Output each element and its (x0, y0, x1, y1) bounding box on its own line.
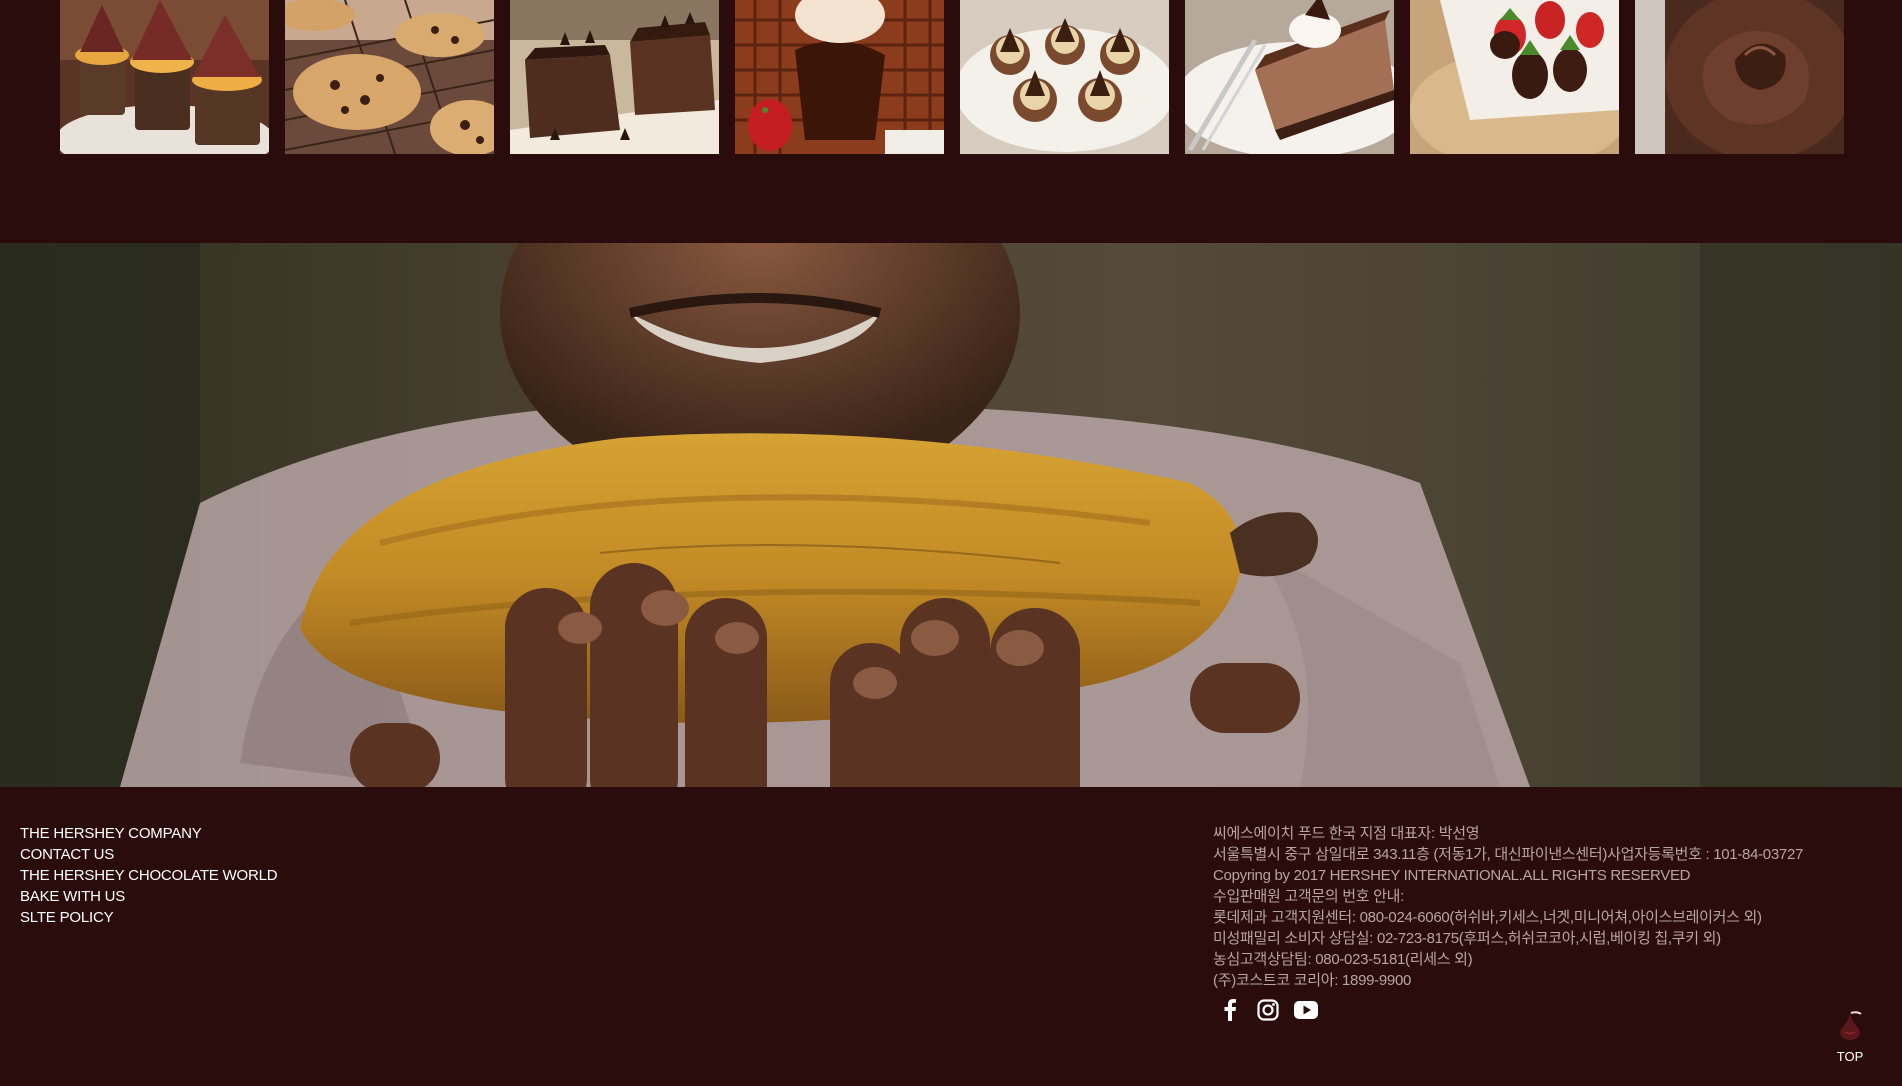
link-bake-with-us[interactable]: BAKE WITH US (20, 888, 125, 905)
gallery-item-waffles[interactable] (735, 0, 944, 154)
info-costco-contact: (주)코스트코 코리아: 1899-9900 (1213, 972, 1412, 989)
gallery-item-brownies[interactable] (510, 0, 719, 154)
link-hershey-company[interactable]: THE HERSHEY COMPANY (20, 825, 202, 842)
chocolate-cheesecake-image (1185, 0, 1394, 154)
footer-nav-item: SLTE POLICY (20, 907, 277, 928)
social-links (1218, 998, 1318, 1022)
footer-nav: THE HERSHEY COMPANY CONTACT US THE HERSH… (20, 823, 278, 928)
footer-nav-item: CONTACT US (20, 844, 277, 865)
youtube-icon[interactable] (1294, 998, 1318, 1022)
recipe-gallery (60, 0, 1844, 154)
info-representative: 씨에스에이치 푸드 한국 지점 대표자: 박선영 (1213, 825, 1480, 842)
kiss-drop-icon (1840, 1011, 1862, 1040)
gallery-item-kisses[interactable] (960, 0, 1169, 154)
gallery-item-cupcakes[interactable] (60, 0, 269, 154)
chocolate-cupcakes-image (60, 0, 269, 154)
chocolate-strawberries-image (1410, 0, 1619, 154)
company-info: 씨에스에이치 푸드 한국 지점 대표자: 박선영 서울특별시 중구 삼일대로 3… (1213, 823, 1893, 991)
instagram-icon[interactable] (1256, 998, 1280, 1022)
kisses-cupcakes-image (960, 0, 1169, 154)
link-contact-us[interactable]: CONTACT US (20, 846, 114, 863)
info-address: 서울특별시 중구 삼일대로 343.11층 (저동1가, 대신파이낸스센터)사업… (1213, 846, 1804, 863)
info-lotte-contact: 롯데제과 고객지원센터: 080-024-6060(허쉬바,키세스,너겟,미니어… (1213, 909, 1762, 926)
hero-banner (0, 243, 1902, 787)
facebook-icon[interactable] (1218, 998, 1242, 1022)
link-chocolate-world[interactable]: THE HERSHEY CHOCOLATE WORLD (20, 867, 278, 884)
info-copyright: Copyring by 2017 HERSHEY INTERNATIONAL.A… (1213, 867, 1691, 884)
top-label: TOP (1836, 1049, 1864, 1064)
footer-nav-item: THE HERSHEY CHOCOLATE WORLD (20, 865, 278, 886)
chocolate-chip-cookies-image (285, 0, 494, 154)
chocolate-brownies-image (510, 0, 719, 154)
cacao-pod-photo (0, 243, 1902, 787)
page: THE HERSHEY COMPANY CONTACT US THE HERSH… (0, 0, 1902, 1086)
gallery-item-strawberries[interactable] (1410, 0, 1619, 154)
footer-nav-item: THE HERSHEY COMPANY (20, 823, 277, 844)
info-contact-heading: 수입판매원 고객문의 번호 안내: (1213, 888, 1404, 905)
footer-nav-item: BAKE WITH US (20, 886, 277, 907)
info-nongshim-contact: 농심고객상담팀: 080-023-5181(리세스 외) (1213, 951, 1473, 968)
back-to-top-button[interactable]: TOP (1832, 1010, 1868, 1068)
gallery-item-cheesecake[interactable] (1185, 0, 1394, 154)
chocolate-frosting-image (1635, 0, 1844, 154)
gallery-item-cookies[interactable] (285, 0, 494, 154)
chocolate-waffles-image (735, 0, 944, 154)
info-misung-contact: 미성패밀리 소비자 상담실: 02-723-8175(후퍼스,허쉬코코아,시럽,… (1213, 930, 1721, 947)
link-site-policy[interactable]: SLTE POLICY (20, 909, 114, 926)
gallery-item-frosting[interactable] (1635, 0, 1844, 154)
